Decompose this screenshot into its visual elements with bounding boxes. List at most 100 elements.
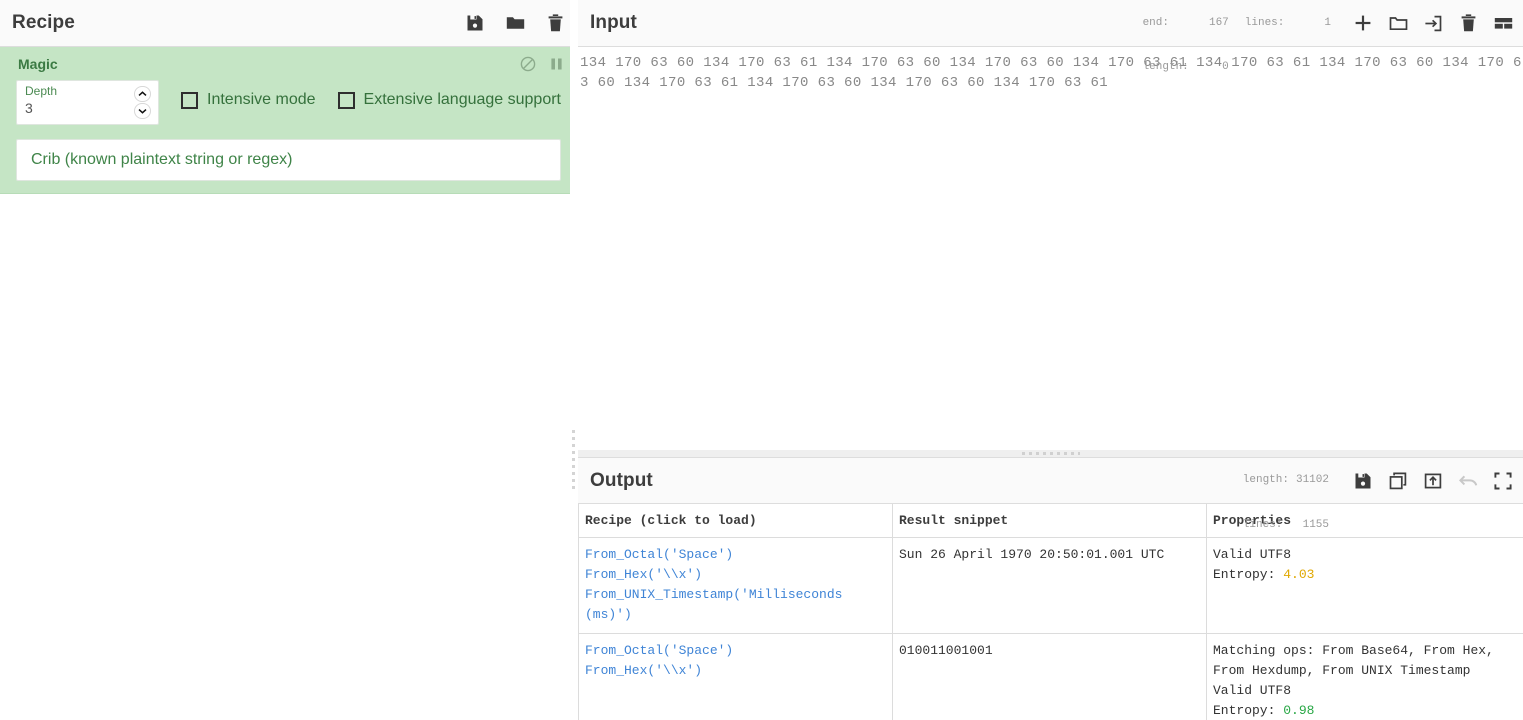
stat-value: 0 xyxy=(1222,61,1229,74)
entropy-line: Entropy: 4.03 xyxy=(1213,565,1517,585)
intensive-mode-checkbox[interactable] xyxy=(181,91,199,109)
splitter-grip xyxy=(572,430,575,490)
entropy-label: Entropy: xyxy=(1213,567,1284,582)
depth-input[interactable] xyxy=(25,100,135,116)
stat-row: length: 0 xyxy=(1143,60,1229,75)
depth-stepper xyxy=(134,86,152,119)
recipe-line[interactable]: From_Hex('\\x') xyxy=(585,661,886,681)
save-output-icon[interactable] xyxy=(1353,471,1373,491)
cell-result-snippet: 010011001001 xyxy=(892,633,1207,720)
column-header-result-snippet: Result snippet xyxy=(892,504,1207,538)
input-content-stats: length: 167 lines: 1 xyxy=(1245,0,1331,105)
intensive-mode-checkbox-wrap[interactable]: Intensive mode xyxy=(181,91,316,109)
cyberchef-app: Recipe Magic Depth 3 Intensive mode Exte… xyxy=(0,0,1523,720)
column-header-recipe: Recipe (click to load) xyxy=(578,504,893,538)
entropy-value: 0.98 xyxy=(1283,703,1315,718)
clear-recipe-icon[interactable] xyxy=(545,13,565,33)
undo-icon[interactable] xyxy=(1458,471,1478,491)
table-header-row: Recipe (click to load) Result snippet Pr… xyxy=(578,504,1523,538)
stat-row: lines: 1 xyxy=(1245,16,1331,31)
stat-row: lines: 1155 xyxy=(1243,518,1329,533)
stat-row: length: 31102 xyxy=(1243,473,1329,488)
splitter-grip xyxy=(1021,452,1080,455)
open-folder-icon[interactable] xyxy=(1388,13,1408,33)
extensive-language-support-checkbox-wrap[interactable]: Extensive language support xyxy=(337,91,561,109)
stat-row: end: 167 xyxy=(1143,16,1229,31)
operation-arguments: Depth 3 Intensive mode Extensive languag… xyxy=(0,80,577,125)
recipe-io-splitter[interactable] xyxy=(570,0,578,720)
breakpoint-pause-icon[interactable] xyxy=(548,55,565,72)
cell-result-snippet: Sun 26 April 1970 20:50:01.001 UTC xyxy=(892,537,1207,634)
load-recipe-icon[interactable] xyxy=(505,13,525,33)
output-pane-title: Output xyxy=(590,469,653,491)
recipe-operation-list[interactable]: Magic Depth 3 Intensive mode Extensive l… xyxy=(0,47,577,194)
operation-name: Magic xyxy=(18,55,58,72)
depth-increment-button[interactable] xyxy=(134,86,152,102)
intensive-mode-label: Intensive mode xyxy=(207,91,316,108)
extensive-language-support-label: Extensive language support xyxy=(363,91,561,108)
input-title-bar: Input start: 167 end: 167 length: xyxy=(578,0,1523,73)
output-stats: time: 31ms length: 31102 lines: 1155 xyxy=(1243,457,1329,562)
reset-layout-icon[interactable] xyxy=(1493,13,1513,33)
table-row[interactable]: From_Octal('Space') From_Hex('\\x') From… xyxy=(578,537,1523,634)
input-actions xyxy=(1353,13,1513,33)
recipe-actions xyxy=(465,13,565,33)
cell-properties: Matching ops: From Base64, From Hex, Fro… xyxy=(1206,633,1523,720)
depth-field[interactable]: Depth xyxy=(16,80,160,125)
property-line: Valid UTF8 xyxy=(1213,683,1292,698)
recipe-pane-title: Recipe xyxy=(12,12,75,33)
input-pane-title: Input xyxy=(590,12,637,33)
table-body: From_Octal('Space') From_Hex('\\x') From… xyxy=(578,537,1523,720)
recipe-line[interactable]: From_Octal('Space') xyxy=(585,641,886,661)
recipe-operation-magic[interactable]: Magic Depth 3 Intensive mode Extensive l… xyxy=(0,47,577,194)
output-pane: Output time: 31ms length: 31102 lines: 1… xyxy=(578,457,1523,720)
io-column: Input start: 167 end: 167 length: xyxy=(578,0,1523,720)
stat-key: lines: xyxy=(1242,518,1283,531)
stat-value: 1 xyxy=(1324,16,1331,29)
entropy-line: Entropy: 0.98 xyxy=(1213,701,1517,720)
cell-recipe[interactable]: From_Octal('Space') From_Hex('\\x') xyxy=(578,633,893,720)
crib-field[interactable] xyxy=(16,139,561,181)
table-row[interactable]: From_Octal('Space') From_Hex('\\x') 0100… xyxy=(578,633,1523,720)
output-actions xyxy=(1353,471,1513,491)
stat-key: length: xyxy=(1242,474,1289,487)
recipe-title-bar: Recipe xyxy=(0,0,577,47)
stat-value: 167 xyxy=(1208,16,1229,29)
input-textarea[interactable]: 134 170 63 60 134 170 63 61 134 170 63 6… xyxy=(578,47,1523,447)
input-pane: Input start: 167 end: 167 length: xyxy=(578,0,1523,450)
extensive-language-support-checkbox[interactable] xyxy=(337,91,355,109)
table-head: Recipe (click to load) Result snippet Pr… xyxy=(578,504,1523,538)
crib-input[interactable] xyxy=(29,150,548,170)
input-stats: start: 167 end: 167 length: 0 xyxy=(1143,0,1331,105)
depth-label: Depth xyxy=(25,84,58,98)
entropy-label: Entropy: xyxy=(1213,703,1284,718)
operation-title-row: Magic xyxy=(0,47,577,80)
save-recipe-icon[interactable] xyxy=(465,13,485,33)
recipe-line[interactable]: From_UNIX_Timestamp('Milliseconds (ms)') xyxy=(585,585,886,625)
operation-controls xyxy=(519,55,565,72)
maximise-output-icon[interactable] xyxy=(1493,471,1513,491)
entropy-value: 4.03 xyxy=(1283,567,1315,582)
stat-value: 1155 xyxy=(1302,518,1329,531)
property-line: Matching ops: From Base64, From Hex, Fro… xyxy=(1213,643,1502,678)
depth-decrement-button[interactable] xyxy=(134,103,152,119)
copy-output-icon[interactable] xyxy=(1388,471,1408,491)
clear-input-icon[interactable] xyxy=(1458,13,1478,33)
stat-value: 31102 xyxy=(1295,474,1329,487)
add-input-tab-icon[interactable] xyxy=(1353,13,1373,33)
cell-recipe[interactable]: From_Octal('Space') From_Hex('\\x') From… xyxy=(578,537,893,634)
replace-input-icon[interactable] xyxy=(1423,471,1443,491)
output-title-bar: Output time: 31ms length: 31102 lines: 1… xyxy=(578,457,1523,531)
recipe-line[interactable]: From_Octal('Space') xyxy=(585,545,886,565)
stat-key: lines: xyxy=(1244,16,1285,29)
stat-key: length: xyxy=(1142,61,1189,74)
stat-key: end: xyxy=(1142,16,1169,29)
recipe-pane: Recipe Magic Depth 3 Intensive mode Exte… xyxy=(0,0,578,720)
disable-operation-icon[interactable] xyxy=(519,55,536,72)
magic-results-table: Recipe (click to load) Result snippet Pr… xyxy=(578,504,1523,720)
open-file-icon[interactable] xyxy=(1423,13,1443,33)
recipe-line[interactable]: From_Hex('\\x') xyxy=(585,565,886,585)
input-selection-stats: start: 167 end: 167 length: 0 xyxy=(1143,0,1229,105)
argument-row-1: Depth 3 Intensive mode Extensive languag… xyxy=(16,80,561,125)
input-output-splitter[interactable] xyxy=(578,450,1523,457)
